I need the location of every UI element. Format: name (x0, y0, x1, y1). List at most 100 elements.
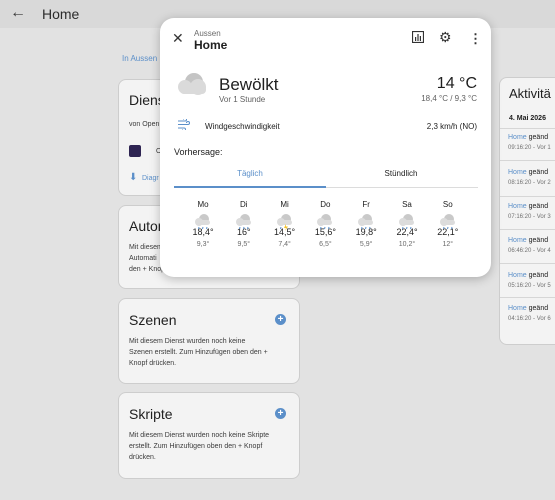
page-title: Home (42, 6, 80, 22)
more-vertical-icon[interactable]: ⋮ (469, 31, 482, 47)
close-icon[interactable]: ✕ (172, 30, 184, 47)
lightning-rainy-icon (276, 214, 292, 231)
entry-text: geänd (528, 134, 549, 141)
forecast-day-name: So (442, 200, 453, 209)
entry-text: geänd (528, 272, 549, 279)
scripts-card-text: erstellt. Zum Hinzufügen oben den + Knop… (129, 443, 263, 450)
current-temperature: 14 °C (436, 75, 477, 92)
entity-link[interactable]: Home (508, 305, 527, 312)
weather-dialog: ✕ Aussen Home ⚙ ⋮ Bewölkt Vor 1 Stunde 1… (160, 18, 491, 277)
divider (500, 297, 555, 298)
entry-text: geänd (528, 169, 549, 176)
scenes-card: Szenen + Mit diesem Dienst wurden noch k… (118, 298, 300, 384)
entity-link[interactable]: Home (508, 272, 527, 279)
settings-gear-icon[interactable]: ⚙ (439, 29, 452, 46)
divider (500, 128, 555, 129)
service-logo-icon (129, 145, 141, 157)
add-script-button[interactable]: + (275, 408, 286, 419)
forecast-day: So 22,1° 12° (433, 200, 463, 248)
entry-text: geänd (528, 305, 549, 312)
dialog-subtitle: Aussen (194, 29, 221, 38)
service-card-by: von Open (129, 121, 160, 128)
entry-time: 04:16:20 - Vor 6 (508, 316, 551, 322)
entry-time: 06:46:20 - Vor 4 (508, 248, 551, 254)
forecast-day: Fr 19,8° 5,9° (351, 200, 381, 248)
forecast-day-name: Sa (402, 200, 412, 209)
forecast-low: 9,5° (237, 241, 251, 248)
forecast-day-name: Di (240, 200, 248, 209)
tab-daily[interactable]: Täglich (175, 169, 325, 178)
tab-hourly[interactable]: Stündlich (326, 169, 476, 178)
entry-text: geänd (528, 237, 549, 244)
rainy-icon (358, 214, 374, 230)
back-arrow-icon[interactable]: ← (10, 4, 26, 22)
forecast-day: Do 15,6° 6,5° (310, 200, 340, 248)
rainy-icon (399, 214, 414, 230)
history-chart-icon[interactable] (411, 30, 425, 46)
entry-text: geänd (528, 203, 549, 210)
activity-card-title: Aktivitä (509, 86, 551, 101)
scenes-card-text: Knopf drücken. (129, 360, 177, 367)
entry-time: 08:16:20 - Vor 2 (508, 180, 551, 186)
forecast-day-name: Fr (362, 200, 370, 209)
activity-entry: Home geänd 06:46:20 - Vor 4 (508, 236, 551, 256)
rainy-icon (439, 214, 455, 230)
forecast-day: Di 16° 9,5° (229, 200, 259, 248)
entity-link[interactable]: Home (508, 134, 527, 141)
scenes-card-text: Mit diesem Dienst wurden noch keine (129, 338, 246, 345)
automations-card-text: Mit diesem (129, 244, 163, 251)
divider (500, 160, 555, 161)
entity-link[interactable]: Home (508, 237, 527, 244)
entity-link[interactable]: Home (508, 203, 527, 210)
forecast-day-name: Do (320, 200, 331, 209)
download-icon[interactable]: ⬇ (129, 172, 137, 183)
rainy-icon (195, 214, 210, 230)
wind-speed-value: 2,3 km/h (NO) (426, 122, 477, 131)
breadcrumb[interactable]: In Aussen (122, 54, 157, 63)
forecast-day: Sa 22,4° 10,2° (392, 200, 422, 248)
activity-entry: Home geänd 08:16:20 - Vor 2 (508, 168, 551, 188)
forecast-label: Vorhersage: (174, 147, 223, 157)
activity-entry: Home geänd 07:16:20 - Vor 3 (508, 202, 551, 222)
forecast-day-name: Mo (197, 200, 209, 209)
entry-time: 07:16:20 - Vor 3 (508, 214, 551, 220)
scripts-card: Skripte + Mit diesem Dienst wurden noch … (118, 392, 300, 479)
scenes-card-text: Szenen erstellt. Zum Hinzufügen oben den… (129, 349, 268, 356)
divider (500, 196, 555, 197)
scripts-card-text: Mit diesem Dienst wurden noch keine Skri… (129, 432, 270, 439)
activity-date: 4. Mai 2026 (509, 115, 546, 122)
forecast-day: Mo 18,4° 9,3° (188, 200, 218, 248)
last-updated: Vor 1 Stunde (219, 95, 266, 104)
forecast-low: 7,4° (278, 241, 291, 248)
add-scene-button[interactable]: + (275, 314, 286, 325)
activity-entry: Home geänd 04:16:20 - Vor 6 (508, 304, 551, 324)
forecast-low: 5,9° (359, 241, 373, 248)
automations-card-text: Automati (129, 255, 157, 262)
diagnostics-link[interactable]: Diagr (142, 173, 159, 184)
entry-time: 05:16:20 - Vor 5 (508, 283, 551, 289)
forecast-day-name: Mi (280, 200, 289, 209)
rainy-icon (317, 214, 333, 230)
active-tab-indicator (174, 186, 326, 188)
entity-link[interactable]: Home (508, 169, 527, 176)
wind-icon (178, 119, 190, 130)
condition-label: Bewölkt (219, 75, 279, 94)
scenes-card-title: Szenen (129, 312, 177, 328)
forecast-low: 12° (442, 241, 454, 248)
forecast-low: 10,2° (398, 241, 416, 248)
temperature-range: 18,4 °C / 9,3 °C (421, 94, 477, 103)
forecast-low: 9,3° (196, 241, 210, 248)
forecast-low: 6,5° (319, 241, 332, 248)
activity-card: Aktivitä 4. Mai 2026 Home geänd 09:16:20 … (499, 77, 555, 345)
scripts-card-title: Skripte (129, 406, 173, 422)
entry-time: 09:16:20 - Vor 1 (508, 145, 551, 151)
rainy-icon (235, 214, 251, 230)
dialog-title: Home (194, 38, 228, 52)
wind-speed-label: Windgeschwindigkeit (205, 122, 280, 131)
divider (500, 229, 555, 230)
scripts-card-text: drücken. (129, 454, 156, 461)
forecast-day: Mi 14,5° 7,4° (270, 200, 300, 248)
activity-entry: Home geänd 09:16:20 - Vor 1 (508, 133, 551, 153)
divider (500, 263, 555, 264)
activity-entry: Home geänd 05:16:20 - Vor 5 (508, 271, 551, 291)
